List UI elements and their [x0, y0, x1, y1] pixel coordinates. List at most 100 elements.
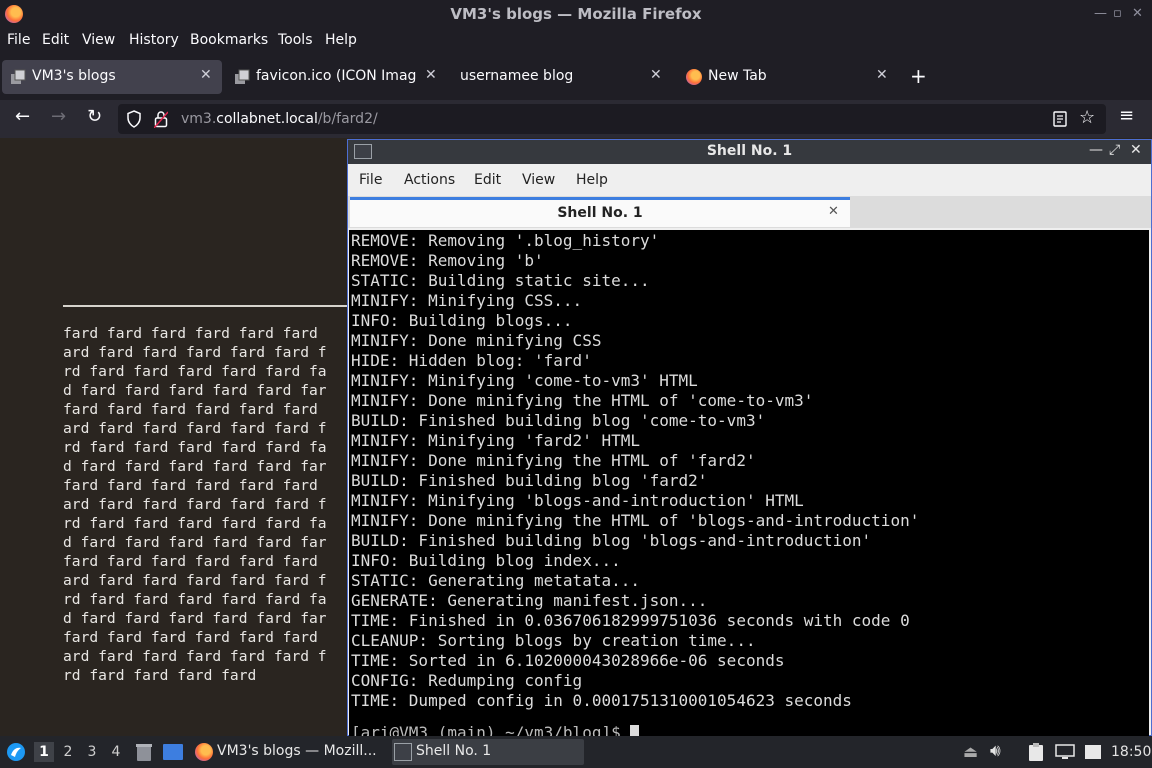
terminal-icon [394, 743, 412, 761]
workspace-3[interactable]: 3 [82, 742, 102, 762]
reader-view-icon[interactable] [1053, 111, 1067, 127]
terminal-tab-shell-1[interactable]: Shell No. 1 ✕ [350, 197, 850, 227]
maximize-icon[interactable]: ▫ [1113, 6, 1122, 21]
workspace-2[interactable]: 2 [58, 742, 78, 762]
minimize-icon[interactable]: — [1094, 6, 1107, 21]
reload-icon[interactable]: ↻ [87, 106, 102, 127]
blog-text-line: fard fard fard fard fard fard [63, 401, 318, 418]
term-menu-edit[interactable]: Edit [474, 172, 501, 188]
terminal-titlebar[interactable]: Shell No. 1 — ⤢ ✕ [348, 140, 1151, 164]
url-bar[interactable]: vm3.collabnet.local/b/fard2/ ☆ [118, 104, 1106, 134]
url-path: /b/fard2/ [317, 111, 378, 127]
tab-label: VM3's blogs [32, 68, 116, 84]
close-icon[interactable]: ✕ [1130, 142, 1142, 158]
tab-vm3-blogs[interactable]: VM3's blogs ✕ [2, 60, 222, 94]
terminal-tab-label: Shell No. 1 [557, 205, 643, 221]
terminal-output-line: MINIFY: Minifying 'blogs-and-introductio… [351, 491, 804, 510]
term-menu-view[interactable]: View [522, 172, 555, 188]
menu-help[interactable]: Help [325, 32, 357, 48]
taskbar-task-label: VM3's blogs — Mozill... [217, 743, 377, 759]
tab-favicon[interactable]: favicon.ico (ICON Image, ✕ [226, 60, 446, 94]
blog-text-line: ard fard fard fard fard fard f [63, 344, 327, 361]
clipboard-icon[interactable] [1028, 743, 1044, 762]
firefox-menubar: File Edit View History Bookmarks Tools H… [0, 29, 1152, 54]
blog-text-line: d fard fard fard fard fard far [63, 458, 327, 475]
terminal-output-line: INFO: Building blogs... [351, 311, 573, 330]
menu-file[interactable]: File [7, 32, 30, 48]
blog-text-line: ard fard fard fard fard fard f [63, 648, 327, 665]
new-tab-plus-icon[interactable]: + [910, 64, 927, 88]
start-menu-icon[interactable] [6, 742, 26, 762]
eject-icon[interactable]: ⏏ [963, 742, 978, 761]
trash-icon[interactable] [135, 742, 153, 762]
terminal-output-line: BUILD: Finished building blog 'fard2' [351, 471, 708, 490]
blog-text-line: rd fard fard fard fard fard fa [63, 363, 327, 380]
monitor-icon[interactable] [1055, 744, 1075, 760]
tab-close-icon[interactable]: ✕ [200, 67, 212, 83]
terminal-window-title: Shell No. 1 [706, 143, 793, 159]
shield-icon[interactable] [126, 110, 142, 128]
volume-icon[interactable]: 🔊︎ [990, 741, 1001, 761]
blog-favicon-icon [11, 69, 26, 84]
close-icon[interactable]: ✕ [1132, 6, 1143, 21]
insecure-lock-icon[interactable] [154, 110, 168, 128]
firefox-icon [195, 743, 213, 761]
workspace-4[interactable]: 4 [106, 742, 126, 762]
tab-close-icon[interactable]: ✕ [828, 204, 839, 219]
menu-view[interactable]: View [82, 32, 115, 48]
terminal-output-line: MINIFY: Done minifying CSS [351, 331, 602, 350]
tab-close-icon[interactable]: ✕ [650, 67, 662, 83]
menu-tools[interactable]: Tools [278, 32, 313, 48]
terminal-prompt: [ari@VM3 (main) ~/vm3/blog]$ [351, 723, 640, 736]
minimize-icon[interactable]: — [1089, 142, 1103, 158]
bookmark-star-icon[interactable]: ☆ [1079, 107, 1095, 128]
menu-edit[interactable]: Edit [42, 32, 69, 48]
terminal-output-line: BUILD: Finished building blog 'blogs-and… [351, 531, 872, 550]
terminal-output-lines: REMOVE: Removing '.blog_history' REMOVE: … [351, 231, 919, 711]
terminal-output[interactable]: REMOVE: Removing '.blog_history' REMOVE: … [349, 230, 1149, 736]
terminal-output-line: INFO: Building blog index... [351, 551, 621, 570]
workspace-1[interactable]: 1 [34, 742, 54, 762]
back-arrow-icon[interactable]: ← [15, 106, 30, 127]
terminal-output-line: CONFIG: Redumping config [351, 671, 583, 690]
tab-new-tab[interactable]: New Tab ✕ [678, 60, 898, 94]
desktop-icon[interactable] [162, 743, 184, 761]
menu-history[interactable]: History [129, 32, 179, 48]
term-menu-help[interactable]: Help [576, 172, 608, 188]
terminal-output-line: MINIFY: Minifying 'come-to-vm3' HTML [351, 371, 698, 390]
network-icon[interactable] [1084, 744, 1102, 760]
terminal-output-line: GENERATE: Generating manifest.json... [351, 591, 708, 610]
term-menu-file[interactable]: File [359, 172, 382, 188]
maximize-icon[interactable]: ⤢ [1109, 142, 1120, 158]
blog-text-line: fard fard fard fard fard fard [63, 477, 318, 494]
forward-arrow-icon[interactable]: → [51, 106, 66, 127]
url-domain: collabnet.local [216, 111, 318, 127]
app-menu-hamburger-icon[interactable]: ≡ [1119, 105, 1134, 126]
blog-text-line: rd fard fard fard fard fard fa [63, 591, 327, 608]
taskbar: 1 2 3 4 VM3's blogs — Mozill... Shell No… [0, 736, 1152, 768]
blog-text-line: rd fard fard fard fard fard fa [63, 439, 327, 456]
blog-post-body: fard fard fard fard fard fard ard fard fa… [63, 324, 353, 685]
blog-text-line: rd fard fard fard fard [63, 667, 257, 684]
terminal-output-line: TIME: Finished in 0.036706182999751036 s… [351, 611, 910, 630]
terminal-output-line: CLEANUP: Sorting blogs by creation time.… [351, 631, 756, 650]
menu-bookmarks[interactable]: Bookmarks [190, 32, 268, 48]
clock[interactable]: 18:50 [1111, 744, 1151, 760]
tab-usernamee-blog[interactable]: usernamee blog ✕ [452, 60, 672, 94]
term-menu-actions[interactable]: Actions [404, 172, 455, 188]
blog-text-line: d fard fard fard fard fard far [63, 610, 327, 627]
terminal-output-line: REMOVE: Removing 'b' [351, 251, 544, 270]
tab-close-icon[interactable]: ✕ [425, 67, 437, 83]
firefox-titlebar: VM3's blogs — Mozilla Firefox — ▫ ✕ [0, 0, 1152, 29]
taskbar-task-terminal[interactable]: Shell No. 1 [392, 739, 584, 765]
taskbar-task-firefox[interactable]: VM3's blogs — Mozill... [193, 739, 385, 765]
blog-text-line: fard fard fard fard fard fard [63, 629, 318, 646]
image-favicon-icon [235, 69, 250, 84]
tab-close-icon[interactable]: ✕ [876, 67, 888, 83]
terminal-output-line: HIDE: Hidden blog: 'fard' [351, 351, 592, 370]
terminal-output-line: MINIFY: Minifying 'fard2' HTML [351, 431, 640, 450]
blog-text-line: d fard fard fard fard fard far [63, 382, 327, 399]
prompt-text: [ari@VM3 (main) ~/vm3/blog]$ [351, 723, 631, 736]
terminal-output-line: TIME: Dumped config in 0.000175131000105… [351, 691, 852, 710]
terminal-output-line: MINIFY: Minifying CSS... [351, 291, 583, 310]
